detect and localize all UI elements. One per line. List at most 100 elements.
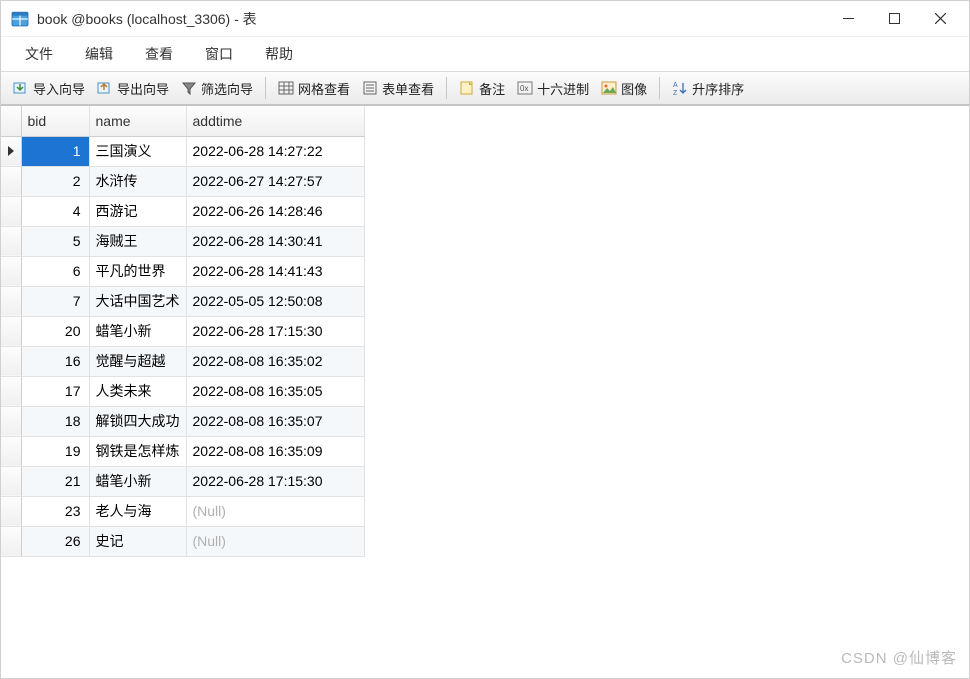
cell-bid[interactable]: 17 [21,376,89,406]
table-row[interactable]: 2水浒传2022-06-27 14:27:57 [1,166,364,196]
cell-name[interactable]: 史记 [89,526,186,556]
row-marker[interactable] [1,526,21,556]
cell-bid[interactable]: 16 [21,346,89,376]
row-marker[interactable] [1,436,21,466]
row-marker[interactable] [1,376,21,406]
cell-name[interactable]: 三国演义 [89,136,186,166]
row-marker[interactable] [1,286,21,316]
table-row[interactable]: 6平凡的世界2022-06-28 14:41:43 [1,256,364,286]
row-marker[interactable] [1,136,21,166]
row-marker[interactable] [1,196,21,226]
cell-addtime[interactable]: 2022-06-28 17:15:30 [186,466,364,496]
toolbar: 导入向导 导出向导 筛选向导 网格查看 表单查看 备注 0x 十六 [1,71,969,105]
memo-button[interactable]: 备注 [453,76,511,101]
cell-addtime[interactable]: 2022-08-08 16:35:07 [186,406,364,436]
cell-name[interactable]: 平凡的世界 [89,256,186,286]
sort-asc-icon: AZ [672,80,688,96]
table-row[interactable]: 17人类未来2022-08-08 16:35:05 [1,376,364,406]
row-marker[interactable] [1,496,21,526]
toolbar-separator [659,77,660,99]
cell-bid[interactable]: 26 [21,526,89,556]
cell-addtime[interactable]: 2022-08-08 16:35:02 [186,346,364,376]
cell-addtime[interactable]: (Null) [186,526,364,556]
row-marker[interactable] [1,466,21,496]
cell-name[interactable]: 解锁四大成功 [89,406,186,436]
cell-addtime[interactable]: 2022-06-28 14:41:43 [186,256,364,286]
cell-name[interactable]: 钢铁是怎样炼 [89,436,186,466]
cell-bid[interactable]: 5 [21,226,89,256]
table-row[interactable]: 4西游记2022-06-26 14:28:46 [1,196,364,226]
table-row[interactable]: 16觉醒与超越2022-08-08 16:35:02 [1,346,364,376]
table-row[interactable]: 5海贼王2022-06-28 14:30:41 [1,226,364,256]
column-header-name[interactable]: name [89,106,186,136]
sort-asc-button[interactable]: AZ 升序排序 [666,76,750,101]
minimize-button[interactable] [825,4,871,34]
import-wizard-button[interactable]: 导入向导 [7,76,91,101]
menu-window[interactable]: 窗口 [189,38,249,70]
export-wizard-button[interactable]: 导出向导 [91,76,175,101]
cell-addtime[interactable]: 2022-08-08 16:35:09 [186,436,364,466]
row-marker[interactable] [1,226,21,256]
table-row[interactable]: 21蜡笔小新2022-06-28 17:15:30 [1,466,364,496]
cell-addtime[interactable]: 2022-05-05 12:50:08 [186,286,364,316]
table-row[interactable]: 23老人与海(Null) [1,496,364,526]
menu-view[interactable]: 查看 [129,38,189,70]
hex-button[interactable]: 0x 十六进制 [511,76,595,101]
menu-edit[interactable]: 编辑 [69,38,129,70]
data-grid[interactable]: bid name addtime 1三国演义2022-06-28 14:27:2… [1,105,969,678]
cell-addtime[interactable]: 2022-08-08 16:35:05 [186,376,364,406]
cell-bid[interactable]: 4 [21,196,89,226]
cell-bid[interactable]: 2 [21,166,89,196]
cell-bid[interactable]: 7 [21,286,89,316]
row-marker[interactable] [1,166,21,196]
form-view-icon [362,80,378,96]
cell-addtime[interactable]: 2022-06-28 17:15:30 [186,316,364,346]
row-marker[interactable] [1,316,21,346]
cell-name[interactable]: 蜡笔小新 [89,466,186,496]
close-button[interactable] [917,4,963,34]
cell-bid[interactable]: 19 [21,436,89,466]
grid-view-button[interactable]: 网格查看 [272,76,356,101]
table-row[interactable]: 7大话中国艺术2022-05-05 12:50:08 [1,286,364,316]
form-view-button[interactable]: 表单查看 [356,76,440,101]
row-marker[interactable] [1,346,21,376]
cell-name[interactable]: 水浒传 [89,166,186,196]
cell-name[interactable]: 西游记 [89,196,186,226]
image-icon [601,80,617,96]
image-button[interactable]: 图像 [595,76,653,101]
menu-file[interactable]: 文件 [9,38,69,70]
cell-bid[interactable]: 20 [21,316,89,346]
menu-help[interactable]: 帮助 [249,38,309,70]
table-row[interactable]: 18解锁四大成功2022-08-08 16:35:07 [1,406,364,436]
row-marker[interactable] [1,256,21,286]
cell-name[interactable]: 觉醒与超越 [89,346,186,376]
cell-name[interactable]: 大话中国艺术 [89,286,186,316]
cell-bid[interactable]: 21 [21,466,89,496]
table-row[interactable]: 19钢铁是怎样炼2022-08-08 16:35:09 [1,436,364,466]
column-header-addtime[interactable]: addtime [186,106,364,136]
cell-name[interactable]: 老人与海 [89,496,186,526]
cell-addtime[interactable]: 2022-06-26 14:28:46 [186,196,364,226]
table-row[interactable]: 20蜡笔小新2022-06-28 17:15:30 [1,316,364,346]
cell-addtime[interactable]: 2022-06-27 14:27:57 [186,166,364,196]
table-row[interactable]: 26史记(Null) [1,526,364,556]
memo-label: 备注 [479,79,505,98]
cell-name[interactable]: 蜡笔小新 [89,316,186,346]
toolbar-separator [446,77,447,99]
column-header-bid[interactable]: bid [21,106,89,136]
cell-name[interactable]: 海贼王 [89,226,186,256]
row-marker-header[interactable] [1,106,21,136]
cell-name[interactable]: 人类未来 [89,376,186,406]
cell-bid[interactable]: 18 [21,406,89,436]
grid-view-label: 网格查看 [298,79,350,98]
cell-bid[interactable]: 6 [21,256,89,286]
filter-wizard-button[interactable]: 筛选向导 [175,76,259,101]
cell-addtime[interactable]: 2022-06-28 14:27:22 [186,136,364,166]
cell-bid[interactable]: 23 [21,496,89,526]
cell-addtime[interactable]: (Null) [186,496,364,526]
table-row[interactable]: 1三国演义2022-06-28 14:27:22 [1,136,364,166]
maximize-button[interactable] [871,4,917,34]
cell-addtime[interactable]: 2022-06-28 14:30:41 [186,226,364,256]
cell-bid[interactable]: 1 [21,136,89,166]
row-marker[interactable] [1,406,21,436]
